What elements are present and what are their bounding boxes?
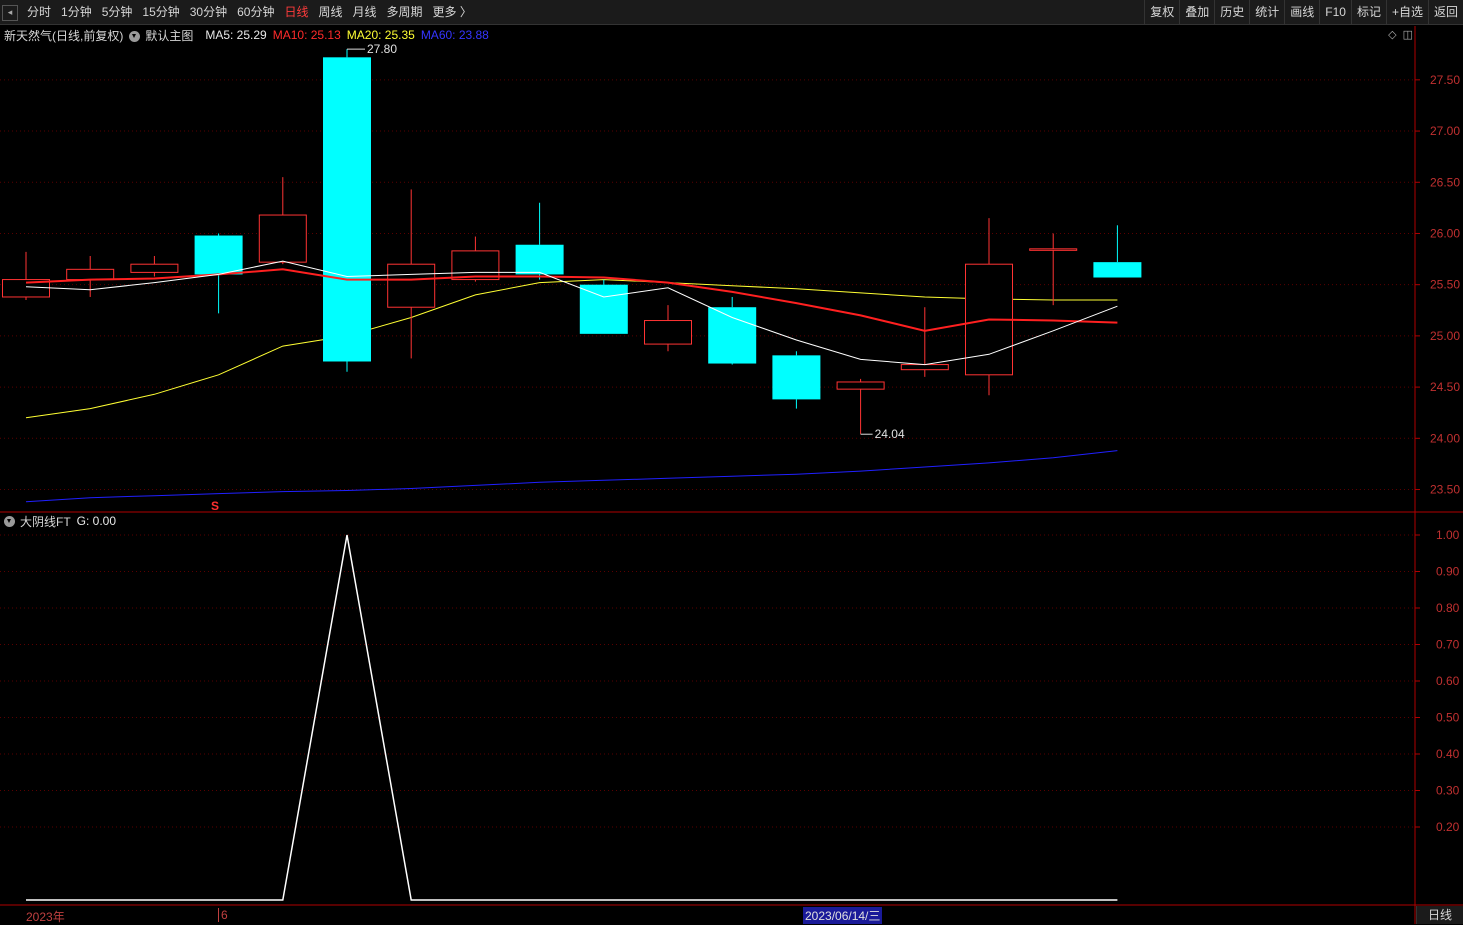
candle-body-up — [451, 250, 500, 281]
price-tick-label: 23.50 — [1430, 483, 1460, 497]
chart-corner-icons: ◇ ◫ — [1388, 28, 1413, 41]
year-label: 2023年 — [26, 910, 65, 924]
indicator-tick-label: 0.70 — [1436, 638, 1460, 652]
price-tick-label: 24.50 — [1430, 380, 1460, 394]
price-tick-label: 25.50 — [1430, 278, 1460, 292]
candle-body-up — [900, 364, 949, 371]
candle — [708, 296, 757, 365]
candle — [1029, 233, 1078, 306]
month-label: 6 — [218, 908, 228, 922]
indicator-name: 大阴线FT — [20, 514, 71, 529]
price-tick-label: 26.50 — [1430, 175, 1460, 189]
ma5-label: MA5: 25.29 — [205, 28, 267, 42]
price-tick-label: 24.00 — [1430, 431, 1460, 445]
indicator-value: G: 0.00 — [76, 514, 117, 528]
candle — [644, 305, 692, 352]
kline-chart[interactable]: 27.50 27.00 26.50 26.00 25.50 25.00 24.50 24.00… — [0, 0, 1463, 924]
template-selector[interactable]: 默认主图 — [129, 27, 199, 44]
indicator-g-line — [26, 534, 1118, 901]
candle — [579, 279, 628, 334]
candle-body-up — [644, 320, 692, 345]
ma20-line — [25, 279, 1118, 419]
high-price-label: 27.80 — [367, 42, 397, 56]
signal-s-marker: S — [211, 499, 219, 513]
indicator-tick-label: 0.40 — [1436, 747, 1460, 761]
indicator-tick-label: 0.80 — [1436, 601, 1460, 615]
price-tick-label: 27.50 — [1430, 73, 1460, 87]
candle-body-up — [387, 263, 436, 308]
indicator-info-bar: 大阴线FT G: 0.00 — [4, 513, 122, 529]
candle — [900, 307, 949, 377]
candle-body-up — [130, 263, 179, 273]
candle — [965, 218, 1013, 396]
period-indicator[interactable]: 日线 — [1416, 906, 1463, 924]
indicator-tick-label: 0.30 — [1436, 784, 1460, 798]
low-price-label: 24.04 — [875, 427, 905, 441]
dropdown-icon[interactable] — [129, 30, 141, 42]
indicator-tick-label: 0.20 — [1436, 820, 1460, 834]
candle-body-down — [772, 355, 821, 400]
candle-body-up — [258, 214, 307, 263]
candle — [515, 202, 564, 280]
candle — [2, 251, 50, 301]
candle — [451, 236, 500, 282]
indicator-dropdown-icon[interactable] — [4, 515, 15, 527]
indicator-tick-label: 0.60 — [1436, 674, 1460, 688]
panel-toggle-icon[interactable]: ◫ — [1403, 28, 1413, 41]
ma60-label: MA60: 23.88 — [420, 28, 489, 42]
candle-body-down — [323, 57, 371, 362]
candle-body-up — [1029, 248, 1078, 251]
main-chart-info-bar: 新天然气(日线,前复权) 默认主图 MA5: 25.29 MA10: 25.13… — [4, 26, 495, 44]
ma20-label: MA20: 25.35 — [346, 28, 415, 42]
candle — [323, 49, 371, 372]
date-axis: 2023年 6 2023/06/14/三 日线 — [0, 906, 1463, 924]
template-label: 默认主图 — [145, 28, 194, 43]
candle-body-up — [66, 268, 115, 281]
price-tick-label: 26.00 — [1430, 226, 1460, 240]
indicator-tick-label: 0.50 — [1436, 711, 1460, 725]
candle — [130, 256, 179, 277]
candle-body-down — [515, 244, 564, 275]
candle — [836, 378, 885, 435]
candle-body-up — [836, 381, 885, 390]
ma10-label: MA10: 25.13 — [272, 28, 341, 42]
candle-body-down — [708, 307, 757, 364]
candle-body-down — [579, 284, 628, 334]
selected-date-label: 2023/06/14/三 — [803, 907, 883, 924]
ma60-line — [25, 450, 1118, 503]
candle-body-down — [194, 235, 243, 275]
diamond-icon[interactable]: ◇ — [1388, 28, 1396, 41]
candle — [772, 351, 821, 409]
stock-title: 新天然气(日线,前复权) — [4, 28, 124, 43]
candle — [66, 256, 115, 297]
indicator-tick-label: 0.90 — [1436, 565, 1460, 579]
candle-body-down — [1093, 262, 1142, 278]
indicator-tick-label: 1.00 — [1436, 528, 1460, 542]
price-tick-label: 27.00 — [1430, 124, 1460, 138]
price-tick-label: 25.00 — [1430, 329, 1460, 343]
candle — [258, 177, 307, 265]
